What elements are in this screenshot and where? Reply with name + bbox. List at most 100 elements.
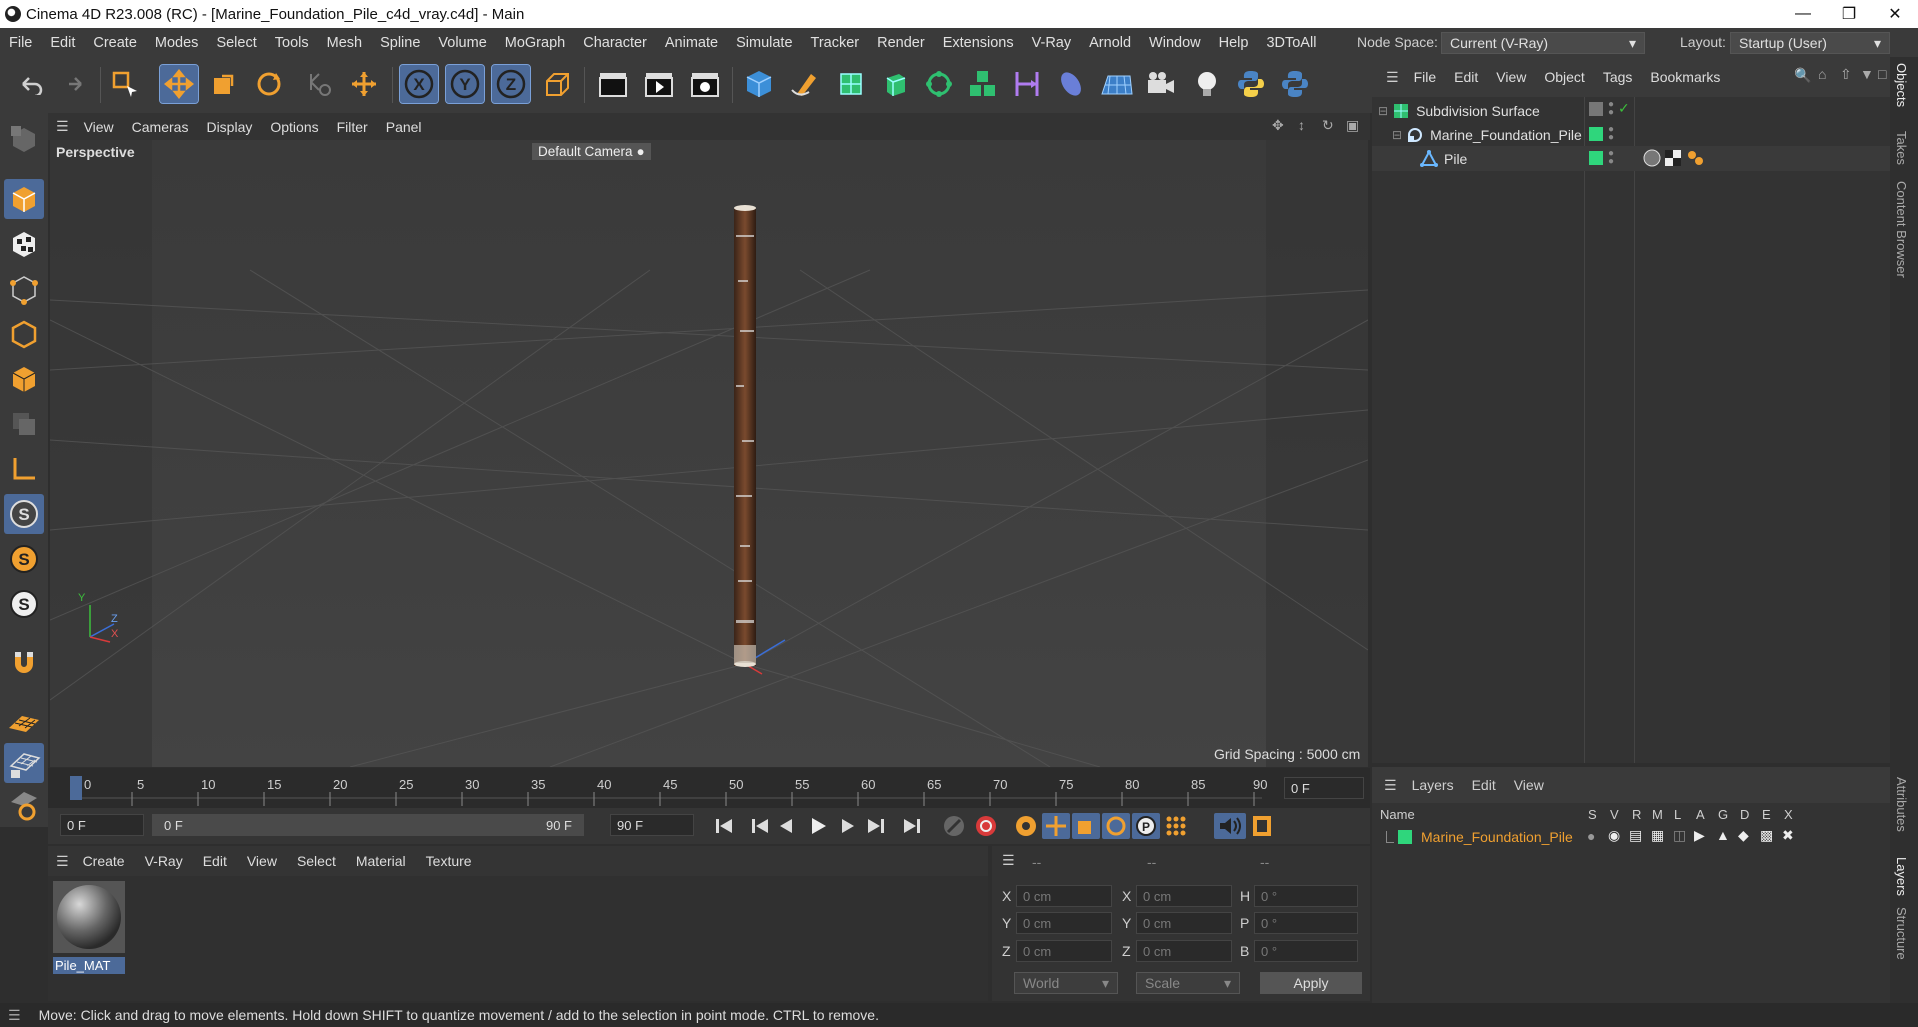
up-arrow-icon[interactable]: ⇧ (1840, 66, 1852, 83)
menu-mograph[interactable]: MoGraph (496, 35, 574, 51)
search-icon[interactable]: 🔍 (1794, 67, 1811, 84)
object-menu-object[interactable]: Object (1535, 69, 1593, 85)
layer-deformers-icon[interactable]: ◆ (1738, 827, 1749, 844)
field-button[interactable] (1052, 65, 1090, 103)
deformer-button[interactable] (1008, 65, 1046, 103)
restore-icon[interactable]: ❐ (1826, 0, 1872, 28)
menu-tools[interactable]: Tools (266, 35, 318, 51)
y-axis-lock-button[interactable]: Y (445, 64, 485, 104)
layer-menu-view[interactable]: View (1505, 777, 1553, 793)
camera-button[interactable] (1142, 65, 1180, 103)
material-tag-icon[interactable] (1642, 148, 1662, 168)
x-axis-lock-button[interactable]: X (399, 64, 439, 104)
locked-workplane-button[interactable] (4, 743, 44, 783)
keyframe-selection-button[interactable] (1012, 813, 1040, 839)
material-menu-select[interactable]: Select (287, 853, 346, 869)
current-frame-field[interactable]: 0 F (1284, 777, 1364, 799)
redo-button[interactable] (54, 65, 92, 103)
menu-select[interactable]: Select (207, 35, 265, 51)
start-frame-field[interactable]: 0 F (60, 814, 144, 836)
viewport-zoom-icon[interactable]: ↕ (1298, 117, 1305, 133)
render-to-picture-viewer-button[interactable] (640, 65, 678, 103)
polygon-mode-button[interactable] (4, 359, 44, 399)
layer-animation-play-icon[interactable]: ▶ (1694, 827, 1705, 844)
go-to-start-button[interactable] (710, 813, 738, 839)
mograph-cubes-button[interactable] (964, 65, 1002, 103)
key-position-button[interactable] (1042, 813, 1070, 839)
cube-button[interactable] (740, 65, 778, 103)
3d-viewport[interactable]: Perspective Default Camera ● Y Z X Grid … (50, 140, 1368, 767)
menu-window[interactable]: Window (1140, 35, 1210, 51)
menu-extensions[interactable]: Extensions (934, 35, 1023, 51)
autokeying-button[interactable] (972, 813, 1000, 839)
render-view-button[interactable] (594, 65, 632, 103)
tab-structure[interactable]: Structure (1894, 907, 1909, 960)
size-y-field[interactable]: 0 cm (1136, 912, 1232, 934)
close-icon[interactable]: ✕ (1872, 0, 1918, 28)
point-mode-button[interactable] (4, 269, 44, 309)
solo-hierarchy-button[interactable]: S (4, 539, 44, 579)
python-button[interactable] (1232, 65, 1270, 103)
phong-tag-icon[interactable] (1686, 149, 1704, 167)
visibility-dots-icon[interactable]: ● ● (1608, 125, 1614, 143)
render-settings-button[interactable] (686, 65, 724, 103)
reset-workplane-button[interactable] (4, 785, 44, 825)
viewport-menu-display[interactable]: Display (197, 119, 261, 135)
python-script-button[interactable] (1276, 65, 1314, 103)
key-scale-button[interactable] (1072, 813, 1100, 839)
hamburger-icon[interactable]: ☰ (1002, 852, 1015, 869)
menu-3dtoall[interactable]: 3DToAll (1257, 35, 1325, 51)
apply-button[interactable]: Apply (1260, 972, 1362, 994)
size-mode-dropdown[interactable]: Scale ▾ (1136, 972, 1240, 994)
z-axis-lock-button[interactable]: Z (491, 64, 531, 104)
viewport-menu-cameras[interactable]: Cameras (123, 119, 198, 135)
menu-spline[interactable]: Spline (371, 35, 429, 51)
visibility-dots-icon[interactable]: ● ● (1608, 149, 1614, 167)
object-row-pile[interactable]: Pile ● ● (1372, 146, 1890, 171)
minimize-icon[interactable]: — (1780, 0, 1826, 28)
timeline-ruler[interactable]: 0 5 10 15 20 25 30 35 40 45 50 55 60 65 … (48, 768, 1370, 808)
layer-row[interactable]: Marine_Foundation_Pile ● ◉ ▤ ▦ ◫ ▶ ▲ ◆ ▩… (1372, 825, 1890, 849)
object-menu-tags[interactable]: Tags (1594, 69, 1642, 85)
subdivision-surface-button[interactable] (832, 65, 870, 103)
viewport-menu-options[interactable]: Options (261, 119, 327, 135)
object-row-subdivision-surface[interactable]: ⊟ Subdivision Surface ● ● ✓ (1372, 98, 1890, 123)
scale-tool-button[interactable] (205, 65, 243, 103)
tab-attributes[interactable]: Attributes (1894, 777, 1909, 832)
end-frame-field[interactable]: 90 F (610, 814, 694, 836)
solo-button[interactable]: S (4, 494, 44, 534)
coordinate-system-button[interactable] (538, 65, 576, 103)
floor-button[interactable] (1098, 65, 1136, 103)
home-icon[interactable]: ⌂ (1818, 66, 1826, 82)
layer-color-swatch[interactable] (1589, 127, 1603, 141)
rotation-p-field[interactable]: 0 ° (1254, 912, 1358, 934)
previous-key-button[interactable] (746, 813, 774, 839)
go-to-end-button[interactable] (898, 813, 926, 839)
check-icon[interactable]: ✓ (1618, 100, 1630, 117)
menu-tracker[interactable]: Tracker (802, 35, 869, 51)
node-space-dropdown[interactable]: Current (V-Ray) ▾ (1441, 32, 1645, 54)
live-selection-button[interactable] (106, 65, 144, 103)
key-parameter-button[interactable]: P (1132, 813, 1160, 839)
rotate-tool-button[interactable] (250, 65, 288, 103)
layer-menu-layers[interactable]: Layers (1403, 777, 1463, 793)
previous-frame-button[interactable] (772, 813, 800, 839)
material-menu-vray[interactable]: V-Ray (135, 853, 193, 869)
object-menu-view[interactable]: View (1487, 69, 1535, 85)
material-menu-material[interactable]: Material (346, 853, 416, 869)
recent-tool-button[interactable] (300, 65, 338, 103)
menu-modes[interactable]: Modes (146, 35, 208, 51)
layer-color-swatch[interactable] (1589, 151, 1603, 165)
position-z-field[interactable]: 0 cm (1016, 940, 1112, 962)
menu-vray[interactable]: V-Ray (1023, 35, 1081, 51)
viewport-move-icon[interactable]: ✥ (1272, 117, 1284, 134)
coordinate-space-dropdown[interactable]: World ▾ (1014, 972, 1118, 994)
hamburger-icon[interactable]: ☰ (1384, 777, 1397, 794)
mograph-cloner-button[interactable] (920, 65, 958, 103)
menu-help[interactable]: Help (1210, 35, 1258, 51)
layer-render-clapboard-icon[interactable]: ▤ (1629, 827, 1642, 844)
material-swatch[interactable]: Pile_MAT (53, 881, 125, 974)
hamburger-icon[interactable]: ☰ (8, 1007, 21, 1024)
tab-takes[interactable]: Takes (1894, 131, 1909, 165)
visibility-dots-icon[interactable]: ● ● (1608, 100, 1614, 118)
